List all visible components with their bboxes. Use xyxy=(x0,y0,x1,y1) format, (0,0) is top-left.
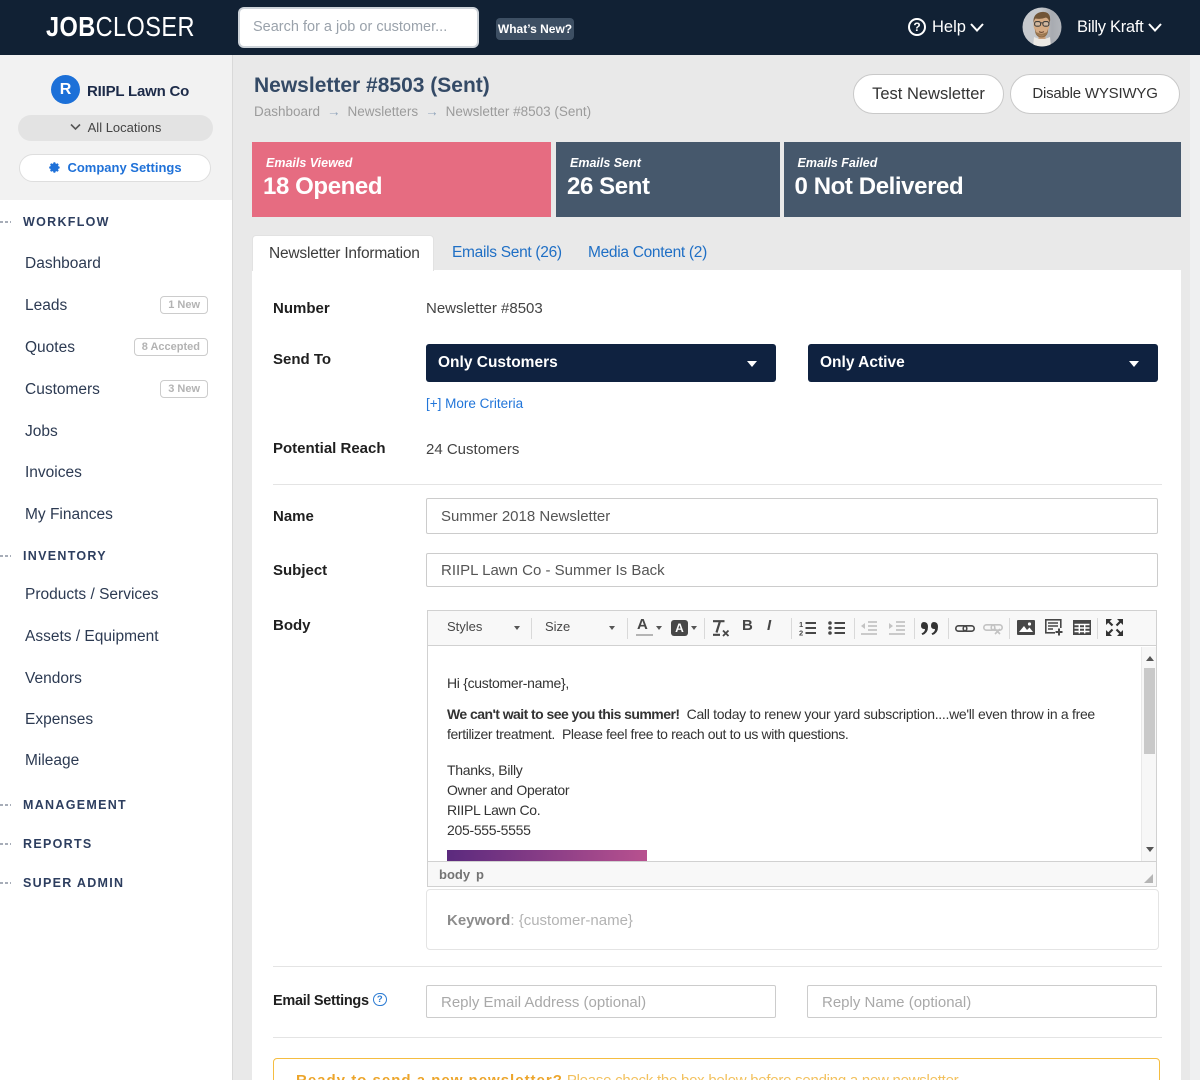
svg-text:2: 2 xyxy=(799,629,803,637)
